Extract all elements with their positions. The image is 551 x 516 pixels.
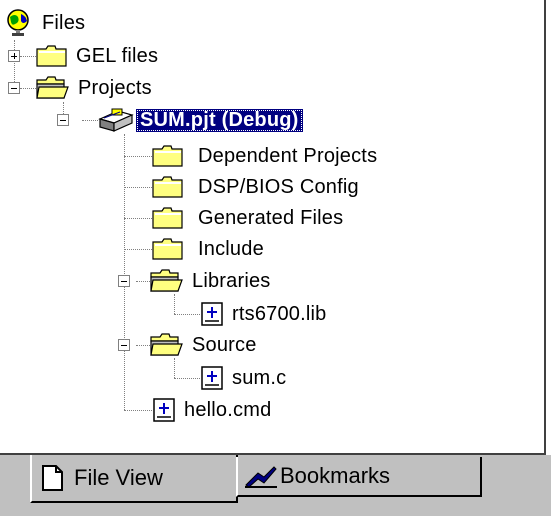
collapse-libraries-toggle[interactable] — [118, 275, 130, 287]
tab-label: File View — [74, 465, 163, 490]
tree-item-label: hello.cmd — [184, 398, 272, 421]
open-folder-icon — [36, 76, 69, 99]
tab-bookmarks[interactable]: Bookmarks — [236, 457, 482, 497]
tree-item-sum-c[interactable]: sum.c — [200, 363, 286, 393]
tree-connector — [14, 40, 15, 88]
tree-connector — [20, 88, 36, 89]
collapse-source-toggle[interactable] — [118, 339, 130, 351]
tree-item-label: sum.c — [232, 366, 287, 389]
tree-item-label: Include — [198, 237, 264, 260]
open-folder-icon — [150, 333, 183, 356]
tree-item-label: Generated Files — [198, 206, 344, 229]
globe-icon — [7, 9, 29, 36]
bookmark-icon — [245, 466, 277, 488]
file-icon — [153, 398, 175, 422]
tree-connector — [124, 156, 152, 157]
tree-item-libraries[interactable]: Libraries — [150, 266, 271, 296]
tree-connector — [174, 358, 175, 378]
tree-item-label: Dependent Projects — [198, 144, 378, 167]
tree-connector — [124, 410, 152, 411]
document-icon — [42, 465, 63, 491]
file-icon — [201, 366, 223, 390]
tree-connector — [124, 134, 125, 410]
tree-item-dsp-bios-config[interactable]: DSP/BIOS Config — [152, 172, 359, 202]
folder-icon — [152, 238, 183, 260]
tree-item-label: Libraries — [192, 269, 271, 292]
open-folder-icon — [150, 269, 183, 292]
file-icon — [201, 302, 223, 326]
tab-label: Bookmarks — [280, 463, 391, 488]
tree-connector — [124, 187, 152, 188]
tree-item-projects[interactable]: Projects — [36, 73, 152, 103]
project-icon — [98, 108, 134, 132]
tree-item-label: DSP/BIOS Config — [198, 175, 359, 198]
tree-connector — [82, 120, 98, 121]
expand-gel-files-toggle[interactable] — [8, 50, 20, 62]
tree-item-label-selected: SUM.pjt (Debug) — [136, 108, 303, 132]
tree-root-files[interactable]: Files — [6, 8, 85, 38]
folder-icon — [152, 207, 183, 229]
tree-connector — [124, 218, 152, 219]
tree-item-label: GEL files — [76, 44, 159, 67]
tree-item-sum-project[interactable]: SUM.pjt (Debug) — [98, 105, 303, 135]
tree-connector — [136, 281, 150, 282]
tree-connector — [174, 378, 200, 379]
tree-item-label: rts6700.lib — [232, 302, 327, 325]
collapse-projects-toggle[interactable] — [8, 82, 20, 94]
tree-connector — [136, 345, 150, 346]
file-tree[interactable]: Files GEL files Projects SUM.pjt (Debug)… — [0, 0, 546, 455]
tree-connector — [124, 249, 152, 250]
tree-item-hello-cmd[interactable]: hello.cmd — [152, 395, 271, 425]
folder-icon — [152, 145, 183, 167]
view-tab-strip: File View Bookmarks — [0, 455, 551, 516]
tree-item-include[interactable]: Include — [152, 234, 264, 264]
collapse-sum-project-toggle[interactable] — [57, 114, 69, 126]
tree-root-label: Files — [42, 11, 86, 34]
project-view-window: Files GEL files Projects SUM.pjt (Debug)… — [0, 0, 551, 516]
tree-item-gel-files[interactable]: GEL files — [36, 41, 158, 71]
tree-item-label: Source — [192, 333, 257, 356]
folder-icon — [36, 45, 67, 67]
tree-item-generated-files[interactable]: Generated Files — [152, 203, 343, 233]
tree-connector — [174, 294, 175, 314]
tree-item-label: Projects — [78, 76, 152, 99]
tab-file-view[interactable]: File View — [30, 455, 238, 503]
tree-item-rts6700-lib[interactable]: rts6700.lib — [200, 299, 326, 329]
tree-connector — [174, 314, 200, 315]
folder-icon — [152, 176, 183, 198]
tree-item-dependent-projects[interactable]: Dependent Projects — [152, 141, 377, 171]
tree-item-source[interactable]: Source — [150, 330, 257, 360]
tree-connector — [20, 56, 36, 57]
